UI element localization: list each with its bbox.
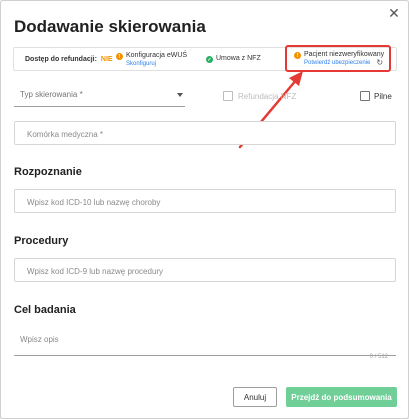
ewus-configure-link[interactable]: Skonfiguruj [126, 60, 187, 68]
ewus-config-label: Konfiguracja eWUŚ [126, 52, 188, 59]
medical-cell-input[interactable]: Komórka medyczna * [14, 121, 396, 145]
chevron-down-icon [177, 93, 183, 97]
diagnosis-heading: Rozpoznanie [14, 166, 82, 178]
diagnosis-placeholder: Wpisz kod ICD-10 lub nazwę choroby [27, 198, 161, 207]
procedures-input[interactable]: Wpisz kod ICD-9 lub nazwę procedury [14, 258, 396, 282]
purpose-textarea-underline [14, 355, 396, 356]
nfz-contract-status: ✓ Umowa z NFZ [206, 55, 261, 63]
refund-access-value: NIE [100, 55, 113, 63]
referral-type-select[interactable]: Typ skierowania * [14, 87, 185, 107]
warning-icon: ! [116, 53, 123, 60]
cancel-button[interactable]: Anuluj [233, 387, 277, 407]
refund-access: Dostęp do refundacji: NIE [25, 56, 129, 63]
nfz-contract-label: Umowa z NFZ [216, 55, 261, 62]
purpose-textarea[interactable]: Wpisz opis [20, 335, 59, 344]
medical-cell-placeholder: Komórka medyczna * [27, 130, 104, 139]
go-to-summary-button[interactable]: Przejdź do podsumowania [286, 387, 397, 407]
check-icon: ✓ [206, 56, 213, 63]
diagnosis-input[interactable]: Wpisz kod ICD-10 lub nazwę choroby [14, 189, 396, 213]
referral-type-placeholder: Typ skierowania * [20, 90, 83, 99]
urgent-label: Pilne [374, 92, 392, 101]
refund-nfz-checkbox[interactable] [223, 91, 233, 101]
close-icon[interactable]: ✕ [386, 5, 402, 21]
dialog-title: Dodawanie skierowania [14, 17, 206, 36]
refund-nfz-label: Refundacja NFZ [238, 92, 297, 101]
char-counter: 0 / 512 [369, 354, 388, 360]
ewus-config-status: ! Konfiguracja eWUŚ Skonfiguruj [116, 52, 187, 68]
refund-access-label: Dostęp do refundacji: [25, 55, 97, 63]
purpose-heading: Cel badania [14, 304, 76, 316]
annotation-highlight-box [285, 45, 391, 72]
urgent-checkbox[interactable] [360, 91, 370, 101]
procedures-placeholder: Wpisz kod ICD-9 lub nazwę procedury [27, 267, 164, 276]
procedures-heading: Procedury [14, 235, 69, 247]
add-referral-dialog: ✕ Dodawanie skierowania Dostęp do refund… [0, 0, 409, 419]
